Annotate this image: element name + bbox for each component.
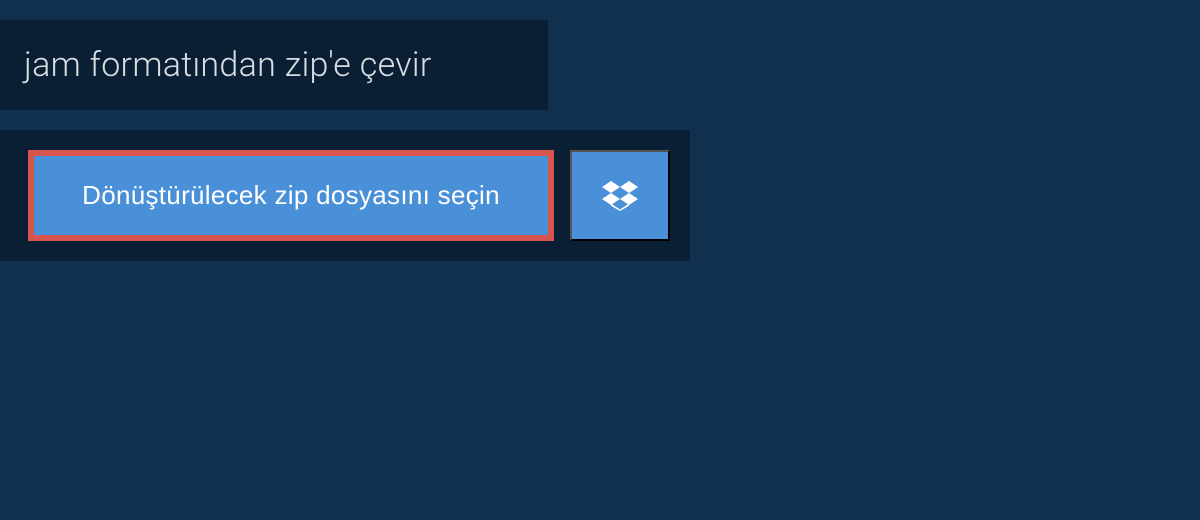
select-file-button[interactable]: Dönüştürülecek zip dosyasını seçin [28, 150, 554, 241]
dropbox-button[interactable] [570, 150, 670, 241]
page-title: jam formatından zip'e çevir [24, 45, 432, 85]
dropbox-icon [602, 178, 638, 214]
select-file-label: Dönüştürülecek zip dosyasını seçin [82, 180, 500, 211]
header-box: jam formatından zip'e çevir [0, 20, 548, 110]
upload-section: Dönüştürülecek zip dosyasını seçin [0, 130, 690, 261]
